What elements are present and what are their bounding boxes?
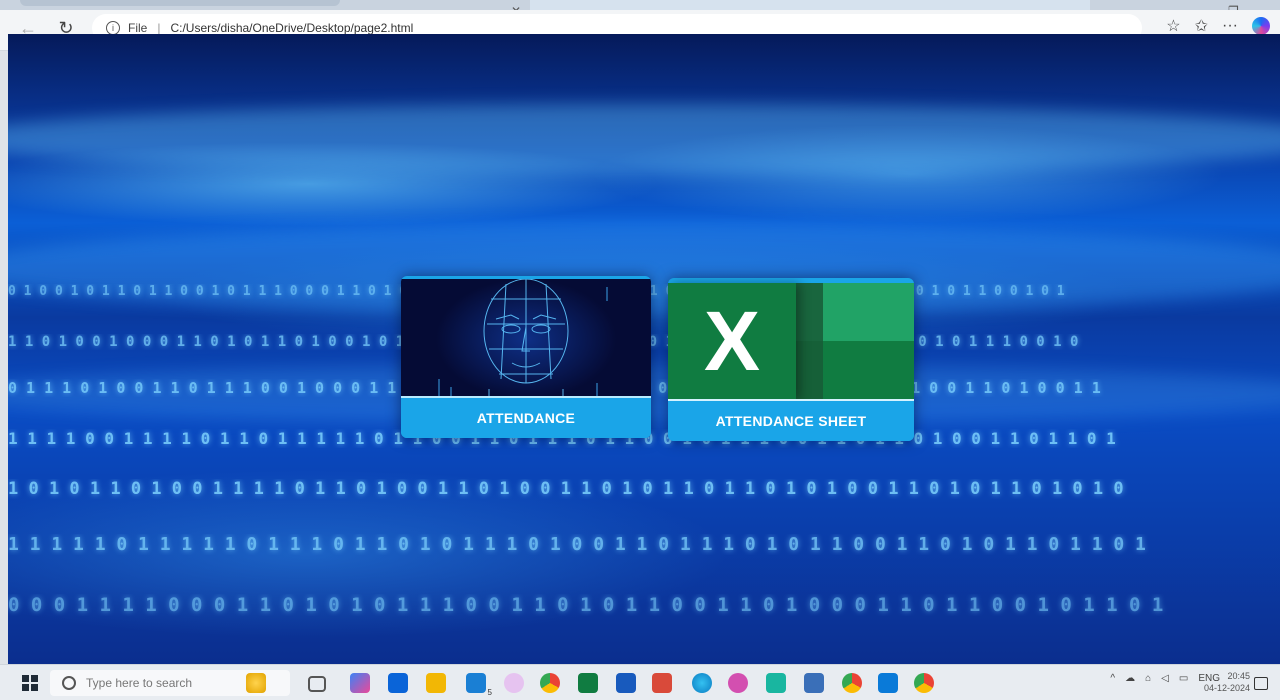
clock[interactable]: 20:45 04-12-2024 xyxy=(1204,670,1250,694)
clock-time: 20:45 xyxy=(1227,671,1250,681)
windows-start-icon[interactable] xyxy=(22,675,38,691)
pdf-icon[interactable] xyxy=(652,673,672,693)
cloud-icon[interactable]: ☁ xyxy=(1125,673,1135,684)
attendance-card[interactable]: ATTENDANCE xyxy=(401,276,651,438)
attendance-card-label[interactable]: ATTENDANCE xyxy=(401,396,651,438)
copilot-app-icon[interactable] xyxy=(350,673,370,693)
volume-icon[interactable]: ◁ xyxy=(1161,673,1169,684)
browser-toolbar: ☆ ✩ ··· xyxy=(1166,16,1270,36)
app-icon[interactable] xyxy=(766,673,786,693)
binary-row: 0 0 0 1 1 1 1 0 0 0 1 1 0 1 0 1 0 1 1 1 … xyxy=(8,594,1164,616)
copilot-icon[interactable] xyxy=(1252,17,1270,35)
chrome-icon[interactable] xyxy=(842,673,862,693)
chrome-icon[interactable] xyxy=(914,673,934,693)
taskbar-search-placeholder: Type here to search xyxy=(86,676,193,690)
notification-icon[interactable] xyxy=(1254,677,1268,690)
background-wave xyxy=(8,104,1280,174)
browser-tab[interactable] xyxy=(20,0,340,6)
taskbar-badge: 5 xyxy=(487,688,492,697)
chrome-icon[interactable] xyxy=(540,673,560,693)
attendance-sheet-card-label[interactable]: ATTENDANCE SHEET xyxy=(668,399,914,441)
clock-date: 04-12-2024 xyxy=(1203,683,1250,693)
chevron-up-icon[interactable]: ^ xyxy=(1110,673,1115,684)
search-icon xyxy=(62,676,76,690)
excel-taskbar-icon[interactable] xyxy=(578,673,598,693)
url-separator: | xyxy=(157,21,161,35)
browser-tab-strip xyxy=(530,0,1090,10)
favorites-icon[interactable]: ✩ xyxy=(1195,16,1208,36)
app-icon[interactable] xyxy=(804,673,824,693)
app-icon[interactable] xyxy=(504,673,524,693)
edge-icon[interactable] xyxy=(692,673,712,693)
info-icon[interactable]: i xyxy=(106,21,120,35)
attendance-sheet-card[interactable]: X ATTENDANCE SHEET xyxy=(668,278,914,441)
binary-row: 1 1 1 1 1 0 1 1 1 1 1 0 1 1 1 0 1 1 0 1 … xyxy=(8,534,1146,555)
file-explorer-icon[interactable] xyxy=(426,673,446,693)
taskbar: Type here to search 5 ^ ☁ ⌂ ◁ ▭ ENG 20:4… xyxy=(0,664,1280,700)
more-options-icon[interactable]: ··· xyxy=(1222,17,1238,35)
copilot-sparkle-icon[interactable] xyxy=(246,673,266,693)
excel-icon: X xyxy=(668,283,914,400)
store-icon[interactable] xyxy=(878,673,898,693)
task-view-icon[interactable] xyxy=(308,676,326,692)
face-scan-icon xyxy=(401,278,651,397)
binary-row: 1 0 1 0 1 1 0 1 0 0 1 1 1 1 0 1 1 0 1 0 … xyxy=(8,479,1124,499)
mail-icon[interactable] xyxy=(388,673,408,693)
url-text[interactable]: C:/Users/disha/OneDrive/Desktop/page2.ht… xyxy=(170,21,413,35)
url-scheme-label: File xyxy=(128,21,148,35)
word-icon[interactable] xyxy=(616,673,636,693)
network-icon[interactable]: ⌂ xyxy=(1145,673,1151,684)
chat-icon[interactable]: 5 xyxy=(466,673,492,697)
excel-grid-cell xyxy=(793,283,823,400)
favorite-star-icon[interactable]: ☆ xyxy=(1166,16,1180,36)
keyboard-icon[interactable]: ▭ xyxy=(1179,673,1188,684)
excel-letter: X xyxy=(703,294,761,388)
app-icon[interactable] xyxy=(728,673,748,693)
